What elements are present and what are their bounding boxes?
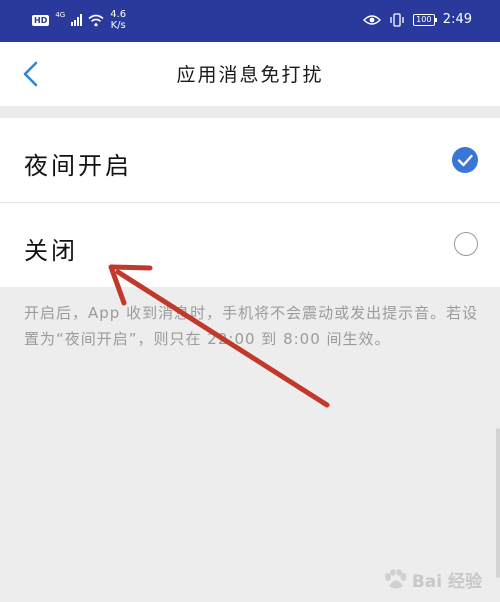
eye-icon	[362, 14, 381, 25]
status-bar: HD 4G 4.6 K/s 100 2:49	[0, 0, 500, 42]
option-label: 关闭	[24, 237, 78, 265]
page-title: 应用消息免打扰	[176, 64, 324, 86]
status-right: 100 2:49	[362, 12, 472, 27]
signal-icon	[71, 14, 83, 26]
scrollbar[interactable]	[496, 428, 500, 578]
nav-bar: 应用消息免打扰	[0, 42, 500, 106]
battery-icon: 100	[412, 13, 437, 26]
hd-badge: HD	[32, 14, 50, 26]
description-text: 开启后，App 收到消息时，手机将不会震动或发出提示音。若设置为“夜间开启”，则…	[24, 304, 479, 348]
speed-unit: K/s	[110, 20, 126, 31]
network-type: 4G	[55, 11, 66, 19]
option-night-on[interactable]: 夜间开启	[0, 118, 500, 203]
vibrate-icon	[390, 12, 404, 27]
radio-unchecked-icon[interactable]	[454, 232, 478, 256]
option-label: 夜间开启	[24, 152, 132, 180]
checkmark-icon[interactable]	[452, 147, 478, 173]
watermark-text: Bai 经验	[411, 572, 482, 592]
option-off[interactable]: 关闭	[0, 203, 500, 287]
clock: 2:49	[442, 12, 472, 27]
network-speed: 4.6 K/s	[110, 9, 126, 31]
wifi-icon	[88, 14, 104, 26]
speed-value: 4.6	[110, 9, 127, 20]
baidu-paw-icon	[384, 568, 407, 588]
status-left: HD 4G 4.6 K/s	[32, 9, 126, 31]
watermark: Bai 经验	[382, 567, 482, 592]
